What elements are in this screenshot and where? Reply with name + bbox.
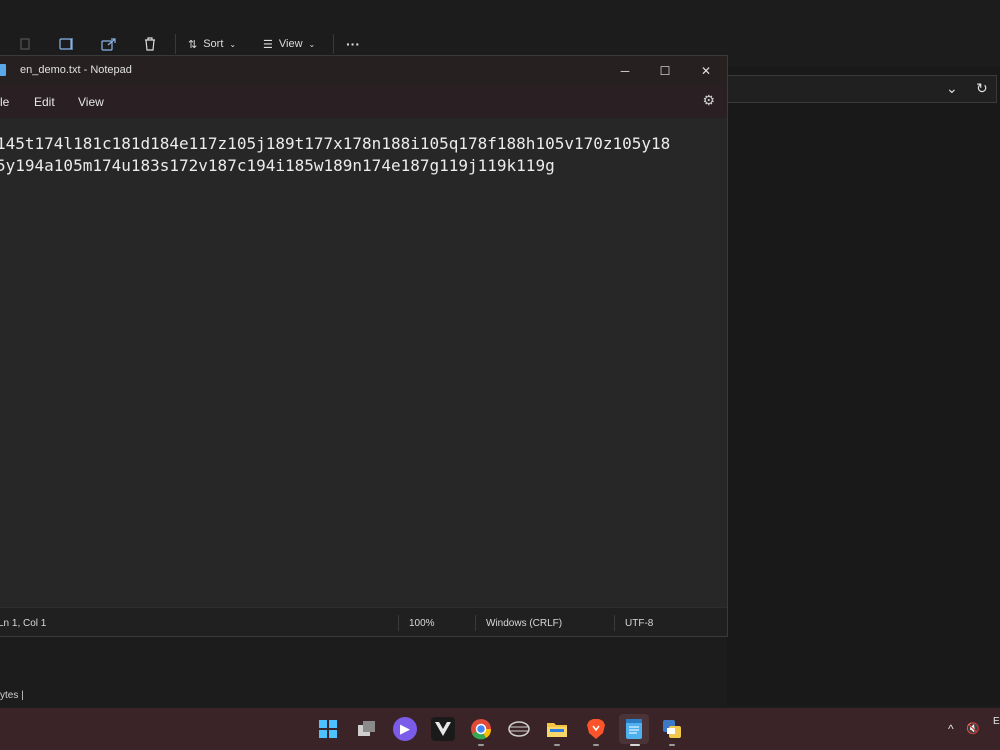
minimize-button[interactable]: ─ xyxy=(605,60,645,82)
notepad-app-icon xyxy=(0,64,6,76)
delete-icon[interactable] xyxy=(143,32,157,56)
status-divider xyxy=(614,615,615,631)
menu-edit[interactable]: Edit xyxy=(34,95,55,109)
cursor-position: Ln 1, Col 1 xyxy=(0,618,47,629)
chevron-down-icon: ⌄ xyxy=(229,39,237,49)
text-line: 145t174l181c181d184e117z105j189t177x178n… xyxy=(0,134,671,153)
line-ending[interactable]: Windows (CRLF) xyxy=(486,618,562,629)
notepad-window: en_demo.txt - Notepad ─ ☐ ✕ le Edit View… xyxy=(0,55,728,637)
active-indicator xyxy=(630,744,640,746)
chat-icon[interactable]: ▶ xyxy=(393,717,417,741)
more-options-button[interactable]: ··· xyxy=(346,32,360,56)
copy-icon[interactable] xyxy=(18,32,32,56)
explorer-content-pane xyxy=(727,66,1000,706)
menu-bar: le Edit View xyxy=(0,86,727,118)
zoom-level[interactable]: 100% xyxy=(409,618,435,629)
explorer-status-text: ytes | xyxy=(0,690,24,701)
view-icon: ☰ xyxy=(263,38,273,51)
close-button[interactable]: ✕ xyxy=(686,60,726,82)
brave-icon[interactable] xyxy=(584,717,608,741)
sort-label: Sort xyxy=(203,38,224,50)
running-indicator xyxy=(593,744,599,746)
file-explorer-icon[interactable] xyxy=(545,717,569,741)
python-app-icon[interactable] xyxy=(660,717,684,741)
status-bar: Ln 1, Col 1 100% Windows (CRLF) UTF-8 xyxy=(0,607,727,636)
rename-icon[interactable] xyxy=(59,32,75,56)
game-app-icon[interactable] xyxy=(431,717,455,741)
chevron-up-icon[interactable]: ^ xyxy=(948,722,954,736)
notepad-taskbar-icon[interactable] xyxy=(619,714,649,744)
maximize-button[interactable]: ☐ xyxy=(645,60,685,82)
running-indicator xyxy=(554,744,560,746)
status-divider xyxy=(475,615,476,631)
view-button[interactable]: ☰ View ⌄ xyxy=(263,32,315,56)
chevron-down-icon: ⌄ xyxy=(308,39,316,49)
status-divider xyxy=(398,615,399,631)
text-line: 5y194a105m174u183s172v187c194i185w189n17… xyxy=(0,156,555,175)
toolbar-divider xyxy=(333,34,334,54)
sort-button[interactable]: ⇅ Sort ⌄ xyxy=(188,32,236,56)
running-indicator xyxy=(478,744,484,746)
sort-icon: ⇅ xyxy=(188,38,198,51)
toolbar-divider xyxy=(175,34,176,54)
gear-icon[interactable]: ⚙ xyxy=(702,92,715,109)
volume-muted-icon[interactable]: 🔇 xyxy=(966,722,980,735)
taskbar: ▶ ^ 🔇 E xyxy=(0,708,1000,750)
running-indicator xyxy=(669,744,675,746)
encoding[interactable]: UTF-8 xyxy=(625,618,653,629)
language-indicator[interactable]: E xyxy=(993,716,1000,727)
chrome-icon[interactable] xyxy=(469,717,493,741)
network-app-icon[interactable] xyxy=(507,717,531,741)
start-icon[interactable] xyxy=(316,717,340,741)
menu-view[interactable]: View xyxy=(78,95,104,109)
task-view-icon[interactable] xyxy=(355,717,379,741)
window-title: en_demo.txt - Notepad xyxy=(20,64,132,76)
refresh-icon[interactable]: ↻ xyxy=(976,80,988,97)
chevron-down-icon[interactable]: ⌄ xyxy=(946,80,958,97)
text-editor-area[interactable]: 145t174l181c181d184e117z105j189t177x178n… xyxy=(0,118,727,607)
title-bar[interactable]: en_demo.txt - Notepad ─ ☐ ✕ xyxy=(0,56,727,86)
menu-file[interactable]: le xyxy=(0,95,9,109)
share-icon[interactable] xyxy=(101,32,117,56)
view-label: View xyxy=(278,38,303,50)
